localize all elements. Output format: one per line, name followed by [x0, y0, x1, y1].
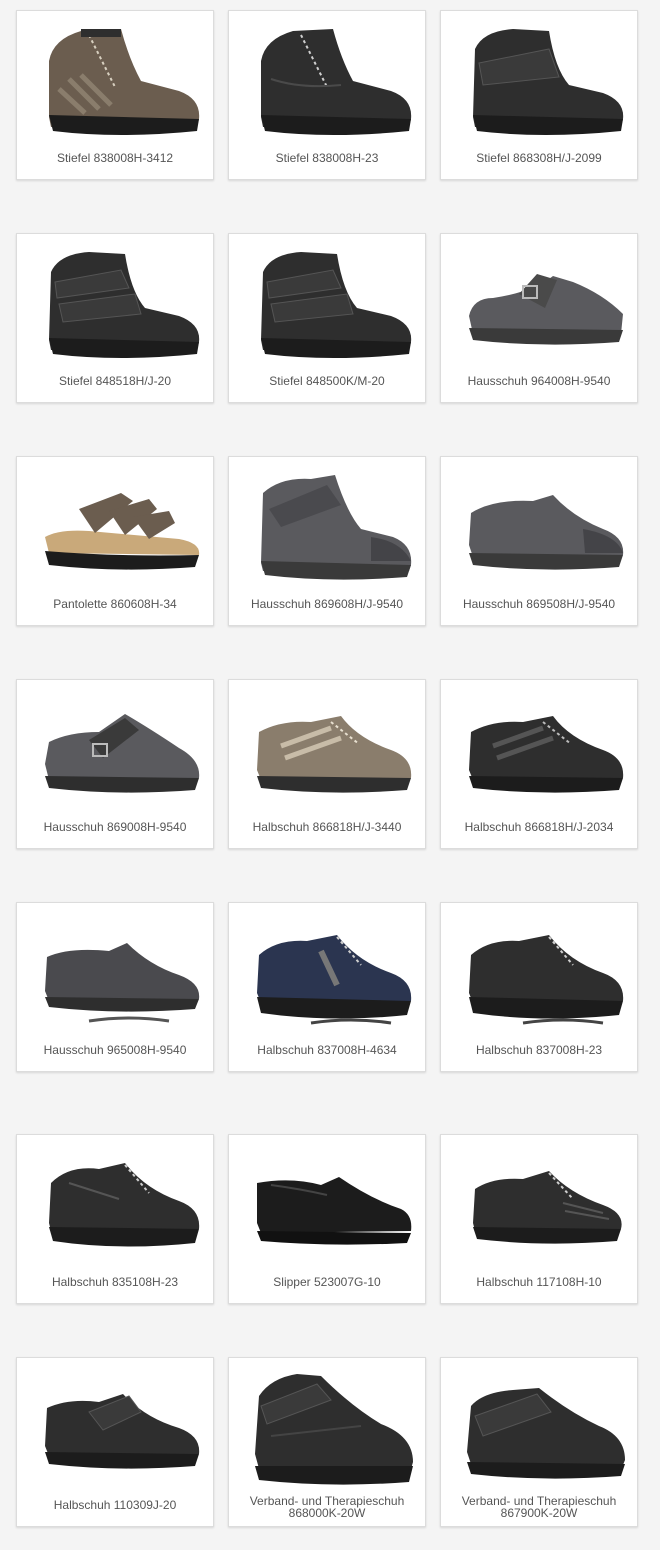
product-card[interactable]: Stiefel 848500K/M-20	[228, 233, 426, 403]
ankle-boot-lace-icon	[49, 29, 200, 135]
sandal-icon	[45, 493, 200, 570]
felt-slipper-icon	[469, 495, 624, 570]
product-card[interactable]: Hausschuh 965008H-9540	[16, 902, 214, 1072]
product-name: Stiefel 848500K/M-20	[269, 374, 385, 388]
product-name: Halbschuh 110309J-20	[53, 1498, 177, 1512]
product-card[interactable]: Slipper 523007G-10	[228, 1134, 426, 1304]
strap-shoe-icon	[45, 1394, 200, 1469]
product-card[interactable]: Hausschuh 964008H-9540	[440, 233, 638, 403]
product-card[interactable]: Halbschuh 837008H-4634	[228, 902, 426, 1072]
product-grid: Stiefel 838008H-3412 Stiefel 838008H-23 …	[0, 0, 660, 1550]
product-card[interactable]: Hausschuh 869608H/J-9540	[228, 456, 426, 626]
ankle-boot-strap-icon	[473, 29, 624, 135]
sneaker-icon	[469, 935, 624, 1025]
product-card[interactable]: Stiefel 838008H-3412	[16, 10, 214, 180]
product-name: Halbschuh 835108H-23	[51, 1275, 179, 1289]
product-card[interactable]: Halbschuh 866818H/J-3440	[228, 679, 426, 849]
product-card[interactable]: Stiefel 848518H/J-20	[16, 233, 214, 403]
ankle-boot-strap-icon	[49, 252, 200, 358]
product-card[interactable]: Pantolette 860608H-34	[16, 456, 214, 626]
product-name: Hausschuh 869608H/J-9540	[250, 597, 404, 611]
product-card[interactable]: Verband- und Therapieschuh 868000K-20W	[228, 1357, 426, 1527]
product-card[interactable]: Halbschuh 837008H-23	[440, 902, 638, 1072]
product-name: Hausschuh 869508H/J-9540	[462, 597, 616, 611]
product-name: Halbschuh 837008H-23	[475, 1043, 603, 1057]
product-name: Stiefel 838008H-3412	[56, 151, 174, 165]
product-card[interactable]: Verband- und Therapieschuh 867900K-20W	[440, 1357, 638, 1527]
product-name: Stiefel 838008H-23	[275, 151, 379, 165]
felt-slipper-icon	[45, 943, 200, 1023]
therapy-shoe-icon	[255, 1374, 413, 1485]
lace-shoe-icon	[257, 716, 412, 793]
product-card[interactable]: Halbschuh 110309J-20	[16, 1357, 214, 1527]
felt-boot-icon	[261, 475, 412, 580]
product-name: Halbschuh 866818H/J-3440	[252, 820, 402, 834]
product-name-line: 867900K-20W	[500, 1506, 578, 1520]
product-name: Hausschuh 964008H-9540	[467, 374, 611, 388]
ankle-boot-lace-icon	[261, 29, 412, 135]
product-card[interactable]: Hausschuh 869508H/J-9540	[440, 456, 638, 626]
therapy-shoe-icon	[467, 1388, 625, 1479]
product-name: Hausschuh 965008H-9540	[43, 1043, 187, 1057]
product-card[interactable]: Stiefel 838008H-23	[228, 10, 426, 180]
product-name: Halbschuh 837008H-4634	[257, 1043, 397, 1057]
product-name: Pantolette 860608H-34	[53, 597, 177, 611]
product-card[interactable]: Hausschuh 869008H-9540	[16, 679, 214, 849]
product-card[interactable]: Halbschuh 117108H-10	[440, 1134, 638, 1304]
product-name-line: 868000K-20W	[288, 1506, 366, 1520]
slipper-buckle-icon	[45, 714, 200, 793]
product-name: Halbschuh 866818H/J-2034	[464, 820, 614, 834]
slipper-buckle-icon	[469, 274, 623, 345]
product-name: Verband- und Therapieschuh 867900K-20W	[445, 1495, 633, 1519]
ankle-boot-strap-icon	[261, 252, 412, 358]
product-name: Slipper 523007G-10	[273, 1275, 381, 1289]
product-card[interactable]: Stiefel 868308H/J-2099	[440, 10, 638, 180]
lace-shoe-icon	[469, 716, 624, 793]
product-card[interactable]: Halbschuh 835108H-23	[16, 1134, 214, 1304]
product-card[interactable]: Halbschuh 866818H/J-2034	[440, 679, 638, 849]
lace-shoe-icon	[473, 1171, 622, 1244]
product-name: Halbschuh 117108H-10	[476, 1275, 602, 1289]
sneaker-icon	[257, 935, 412, 1025]
product-name: Verband- und Therapieschuh 868000K-20W	[233, 1495, 421, 1519]
product-name: Stiefel 868308H/J-2099	[476, 151, 602, 165]
product-name: Stiefel 848518H/J-20	[58, 374, 172, 388]
product-name: Hausschuh 869008H-9540	[43, 820, 187, 834]
loafer-icon	[257, 1177, 412, 1245]
lace-shoe-icon	[49, 1163, 200, 1247]
